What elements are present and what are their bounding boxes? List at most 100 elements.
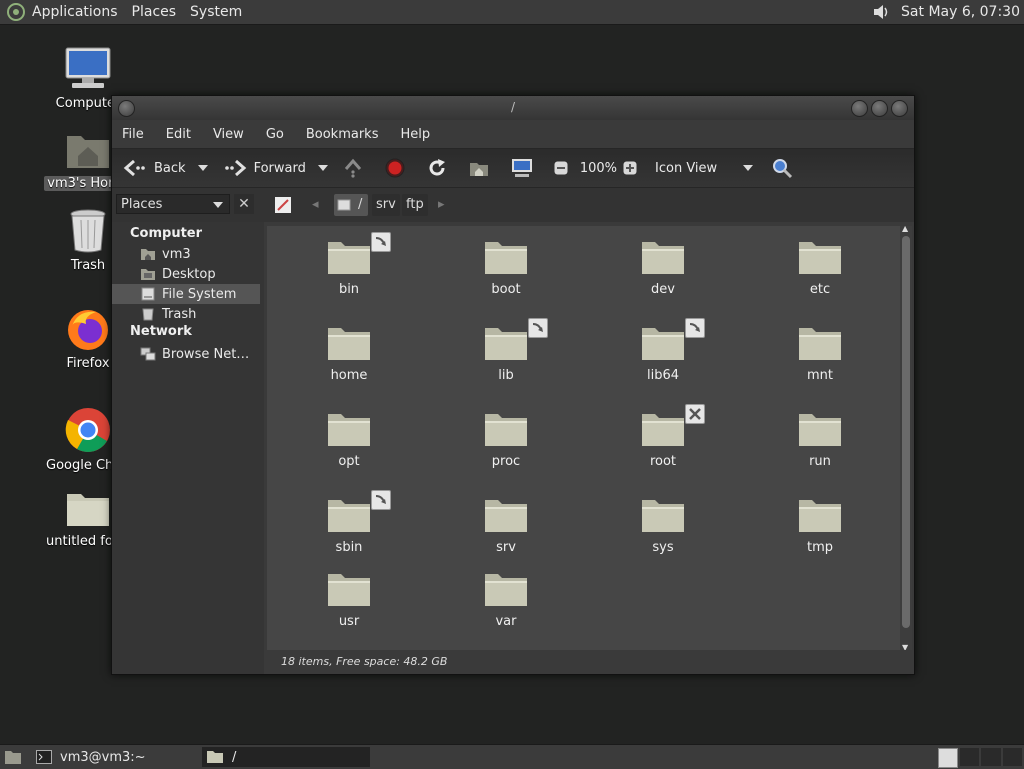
maximize-button[interactable]	[871, 100, 888, 117]
scroll-up-arrow-icon[interactable]: ▲	[902, 224, 908, 233]
sidebar-item-label: File System	[162, 286, 237, 302]
file-item[interactable]: mnt	[765, 322, 875, 383]
file-item[interactable]: usr	[294, 568, 404, 629]
menu-help[interactable]: Help	[400, 127, 430, 142]
menu-view[interactable]: View	[213, 127, 244, 142]
taskbar-item-label: /	[232, 749, 237, 765]
window-titlebar[interactable]: /	[112, 96, 914, 120]
sidebar-item-desktop[interactable]: Desktop	[112, 264, 260, 284]
search-button[interactable]	[771, 157, 799, 179]
file-item[interactable]: run	[765, 408, 875, 469]
trash-icon	[70, 209, 106, 253]
file-item[interactable]: sbin	[294, 490, 404, 555]
back-history-dropdown[interactable]	[197, 165, 208, 171]
taskbar-item-terminal[interactable]: vm3@vm3:~	[36, 747, 196, 767]
desktop-icon-label: Firefox	[66, 356, 110, 371]
sidebar-item-browse-network[interactable]: Browse Net…	[112, 344, 260, 364]
up-button[interactable]	[342, 157, 370, 179]
file-item-label: opt	[338, 454, 360, 469]
scrollbar-thumb[interactable]	[902, 236, 910, 628]
file-item[interactable]: tmp	[765, 494, 875, 555]
breadcrumb-scroll-left[interactable]: ◂	[312, 194, 319, 216]
file-item[interactable]: lib64	[608, 318, 718, 383]
reload-button[interactable]	[426, 157, 454, 179]
firefox-icon	[68, 310, 108, 350]
workspace-4[interactable]	[1002, 748, 1022, 766]
vertical-scrollbar[interactable]: ▲ ▼	[900, 224, 912, 652]
applications-menu[interactable]: Applications	[32, 4, 118, 20]
file-item-label: sbin	[335, 540, 363, 555]
desktop-folder-icon	[141, 269, 155, 280]
zoom-in-button[interactable]	[623, 161, 643, 175]
file-item[interactable]: var	[451, 568, 561, 629]
menu-bookmarks[interactable]: Bookmarks	[306, 127, 379, 142]
sidebar-item-vm3[interactable]: vm3	[112, 244, 260, 264]
terminal-icon	[36, 750, 52, 764]
folder-icon	[642, 242, 684, 274]
workspace-3[interactable]	[981, 748, 1001, 766]
workspace-1[interactable]	[938, 748, 958, 768]
forward-button[interactable]: Forward	[222, 158, 328, 178]
show-desktop-icon[interactable]	[4, 748, 22, 766]
close-button[interactable]	[891, 100, 908, 117]
symlink-emblem-icon	[371, 232, 391, 252]
back-button[interactable]: Back	[122, 158, 208, 178]
stop-icon	[385, 158, 405, 178]
workspace-2[interactable]	[959, 748, 980, 766]
folder-icon	[485, 414, 527, 446]
menu-go[interactable]: Go	[266, 127, 284, 142]
zoom-level[interactable]: 100%	[580, 161, 617, 176]
file-item[interactable]: lib	[451, 318, 561, 383]
icon-view[interactable]: bin boot dev etc home lib lib64 mnt opt proc root r…	[267, 226, 900, 650]
stop-button[interactable]	[384, 157, 412, 179]
places-menu[interactable]: Places	[132, 4, 177, 20]
file-item[interactable]: opt	[294, 408, 404, 469]
symlink-emblem-icon	[371, 490, 391, 510]
zoom-out-button[interactable]	[554, 161, 574, 175]
breadcrumb-ftp[interactable]: ftp	[402, 194, 428, 216]
file-item[interactable]: dev	[608, 236, 718, 297]
folder-icon	[485, 242, 527, 274]
sidebar-item-file-system[interactable]: File System	[112, 284, 260, 304]
file-item-label: var	[495, 614, 517, 629]
file-item[interactable]: sys	[608, 494, 718, 555]
file-item[interactable]: home	[294, 322, 404, 383]
system-menu[interactable]: System	[190, 4, 242, 20]
folder-icon	[207, 751, 223, 763]
file-manager-window[interactable]: / File Edit View Go Bookmarks Help Back …	[111, 95, 915, 675]
file-item[interactable]: etc	[765, 236, 875, 297]
breadcrumb-label: ftp	[406, 197, 424, 212]
forward-history-dropdown[interactable]	[317, 165, 328, 171]
computer-button[interactable]	[510, 157, 540, 179]
file-item[interactable]: root	[608, 404, 718, 469]
menu-file[interactable]: File	[122, 127, 144, 142]
file-item[interactable]: boot	[451, 236, 561, 297]
folder-icon	[328, 414, 370, 446]
symlink-emblem-icon	[685, 318, 705, 338]
clock[interactable]: Sat May 6, 07:30	[901, 4, 1020, 20]
view-mode-select[interactable]: Icon View	[655, 161, 754, 176]
zoom-in-icon	[623, 161, 637, 175]
file-item[interactable]: bin	[294, 232, 404, 297]
home-button[interactable]	[468, 157, 496, 179]
folder-icon	[799, 328, 841, 360]
trash-icon	[142, 308, 154, 321]
file-item-label: etc	[809, 282, 831, 297]
breadcrumb-scroll-right[interactable]: ▸	[438, 194, 445, 216]
breadcrumb-root[interactable]: /	[334, 194, 368, 216]
side-pane-selector[interactable]: Places	[116, 194, 230, 214]
sidebar-item-trash[interactable]: Trash	[112, 304, 260, 324]
breadcrumb-srv[interactable]: srv	[372, 194, 400, 216]
distro-logo-icon[interactable]	[6, 2, 26, 22]
volume-icon[interactable]	[871, 2, 891, 22]
folder-icon	[485, 500, 527, 532]
minimize-button[interactable]	[851, 100, 868, 117]
toggle-location-entry-icon[interactable]	[274, 196, 292, 214]
file-item[interactable]: srv	[451, 494, 561, 555]
workspace-switcher[interactable]	[938, 748, 1022, 768]
close-side-pane-button[interactable]: ✕	[234, 194, 254, 214]
chevron-down-icon	[743, 165, 754, 171]
taskbar-item-file-manager[interactable]: /	[202, 747, 370, 767]
menu-edit[interactable]: Edit	[166, 127, 191, 142]
file-item[interactable]: proc	[451, 408, 561, 469]
